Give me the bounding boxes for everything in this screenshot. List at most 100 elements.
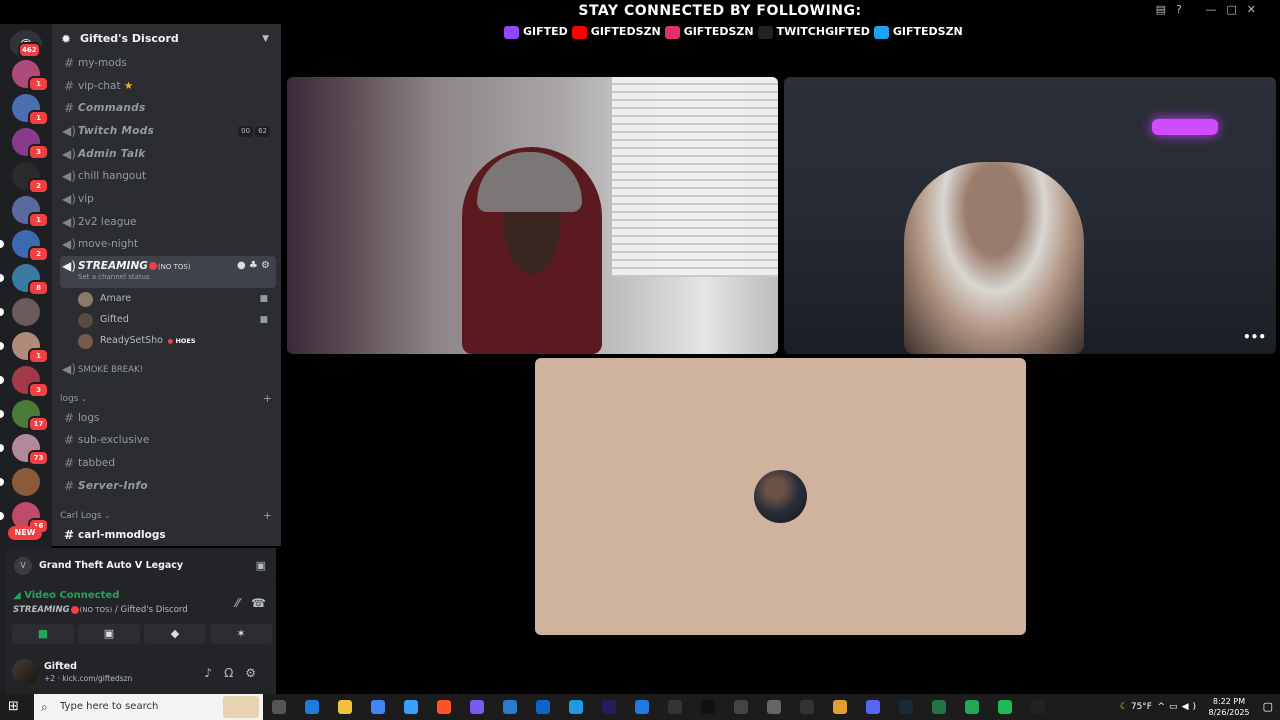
category-logs[interactable]: logs ⌄ +	[60, 390, 276, 408]
disconnect-icon[interactable]: ☎	[251, 596, 266, 610]
channel-my-mods[interactable]: # my-mods	[60, 52, 276, 74]
taskbar-app-icon[interactable]	[569, 700, 583, 714]
taskbar-search[interactable]: ⌕ Type here to search	[34, 694, 263, 720]
search-input[interactable]: Type here to search	[60, 701, 158, 712]
taskbar-app-icon[interactable]	[602, 700, 616, 714]
soundboard-button[interactable]: ✶	[210, 624, 272, 644]
channel-chill-hangout[interactable]: ◀) chill hangout	[60, 165, 276, 187]
clock[interactable]: 8:22 PM 8/26/2025	[1204, 696, 1254, 718]
close-icon[interactable]: ✕	[1247, 3, 1266, 16]
taskbar-app-icon[interactable]	[668, 700, 682, 714]
channel-commands[interactable]: # Commands	[60, 97, 276, 119]
taskbar-app-icon[interactable]	[338, 700, 352, 714]
chevron-down-icon[interactable]: ▼	[262, 24, 269, 54]
channel-carl-mmodlogs[interactable]: # carl-mmodlogs	[60, 524, 276, 546]
channel-status[interactable]: Set a channel status	[78, 272, 150, 282]
home-mention-badge: 462	[18, 42, 41, 58]
avatar	[78, 334, 93, 349]
weather-widget[interactable]: ☾ 75°F	[1120, 694, 1152, 720]
server-icon[interactable]	[12, 298, 40, 326]
channel-logs[interactable]: # logs	[60, 407, 276, 429]
taskbar-app-icon[interactable]	[800, 700, 814, 714]
channel-streaming[interactable]: ◀) STREAMING (NO TOS) ● ♣ ⚙ Set a channel…	[60, 256, 276, 288]
category-carl-logs[interactable]: Carl Logs ⌄ +	[60, 507, 276, 525]
network-icon[interactable]: ▭	[1169, 702, 1182, 712]
voice-user-name: ReadySetSho	[100, 335, 163, 346]
video-tile-1[interactable]	[287, 77, 778, 354]
channel-smoke-break[interactable]: ◀) SMOKE BREAK!	[60, 358, 276, 380]
maximize-icon[interactable]: □	[1226, 3, 1246, 16]
channel-admin-talk[interactable]: ◀) Admin Talk	[60, 143, 276, 165]
server-mention-badge: 1	[28, 76, 49, 92]
taskbar-app-icon[interactable]	[767, 700, 781, 714]
screen-share-icon[interactable]: ▣	[256, 548, 266, 584]
voice-user[interactable]: ReadySetSho ● HOES	[78, 331, 272, 351]
video-tile-3[interactable]	[535, 358, 1026, 635]
activity-bar[interactable]: V Grand Theft Auto V Legacy ▣	[6, 548, 276, 584]
voice-channel-link[interactable]: STREAMING (NO TOS) / Gifted's Discord	[13, 605, 188, 615]
add-channel-icon[interactable]: +	[263, 390, 272, 408]
inbox-icon[interactable]: ▤	[1156, 3, 1176, 16]
taskbar-app-icon[interactable]	[1031, 700, 1045, 714]
game-icon: V	[14, 557, 32, 575]
star-icon: ★	[123, 80, 134, 92]
add-channel-icon[interactable]: +	[263, 507, 272, 525]
social-handle: GIFTEDSZN	[892, 25, 963, 38]
taskbar-app-icon[interactable]	[437, 700, 451, 714]
noise-suppression-icon[interactable]: ⁄⁄	[236, 596, 240, 610]
minimize-icon[interactable]: —	[1205, 3, 1226, 16]
taskbar-app-icon[interactable]	[404, 700, 418, 714]
windows-start-icon[interactable]: ⊞	[8, 699, 24, 715]
unread-indicator	[0, 410, 4, 418]
video-tile-2[interactable]: •••	[784, 77, 1276, 354]
server-header[interactable]: ✹ Gifted's Discord ▼	[52, 24, 281, 54]
taskbar-app-icon[interactable]	[503, 700, 517, 714]
voice-user[interactable]: Gifted ■	[78, 310, 272, 330]
more-options-icon[interactable]: •••	[1243, 330, 1266, 344]
live-dot-icon	[148, 262, 157, 270]
taskbar-app-icon[interactable]	[536, 700, 550, 714]
taskbar-app-icon[interactable]	[899, 700, 913, 714]
channel-tabbed[interactable]: # tabbed	[60, 452, 276, 474]
server-mention-badge: 1	[28, 348, 49, 364]
taskbar-app-icon[interactable]	[470, 700, 484, 714]
activities-button[interactable]: ◆	[144, 624, 206, 644]
camera-icon: ■	[259, 294, 268, 304]
avatar[interactable]	[12, 659, 38, 685]
headphones-icon[interactable]: Ω	[224, 666, 245, 680]
taskbar-app-icon[interactable]	[272, 700, 286, 714]
camera-button[interactable]: ■	[12, 624, 74, 644]
server-icon[interactable]	[12, 468, 40, 496]
channel-twitch-mods[interactable]: ◀) Twitch Mods 00 62	[60, 120, 276, 142]
channel-move-night[interactable]: ◀) move-night	[60, 233, 276, 255]
voice-connection-status[interactable]: ◢ Video Connected	[13, 590, 119, 601]
channel-vip-chat[interactable]: # vip-chat ★	[60, 75, 276, 97]
taskbar-app-icon[interactable]	[866, 700, 880, 714]
voice-user[interactable]: Amare ■	[78, 289, 272, 309]
taskbar-app-icon[interactable]	[965, 700, 979, 714]
taskbar-app-icon[interactable]	[998, 700, 1012, 714]
chat-icon[interactable]: ●	[237, 260, 246, 271]
hash-icon: #	[63, 411, 75, 425]
taskbar-app-icon[interactable]	[635, 700, 649, 714]
help-icon[interactable]: ?	[1176, 3, 1192, 16]
invite-icon[interactable]: ♣	[249, 260, 258, 271]
channel-vip[interactable]: ◀) vip	[60, 188, 276, 210]
settings-icon[interactable]: ⚙	[261, 260, 270, 271]
taskbar-app-icon[interactable]	[305, 700, 319, 714]
channel-sub-exclusive[interactable]: # sub-exclusive	[60, 429, 276, 451]
notification-icon[interactable]: ▢	[1263, 694, 1273, 720]
microphone-icon[interactable]: ♪	[204, 666, 224, 680]
user-settings-icon[interactable]: ⚙	[245, 666, 268, 680]
taskbar-app-icon[interactable]	[932, 700, 946, 714]
taskbar-app-icon[interactable]	[833, 700, 847, 714]
taskbar-app-icon[interactable]	[371, 700, 385, 714]
user-name: Gifted	[44, 661, 77, 672]
channel-2v2-league[interactable]: ◀) 2v2 league	[60, 211, 276, 233]
volume-icon[interactable]: ◀)	[1182, 702, 1200, 712]
screen-share-button[interactable]: ▣	[78, 624, 140, 644]
taskbar-app-icon[interactable]	[701, 700, 715, 714]
taskbar-app-icon[interactable]	[734, 700, 748, 714]
chevron-up-icon[interactable]: ^	[1158, 702, 1170, 712]
channel-server-info[interactable]: # Server-Info	[60, 475, 276, 497]
